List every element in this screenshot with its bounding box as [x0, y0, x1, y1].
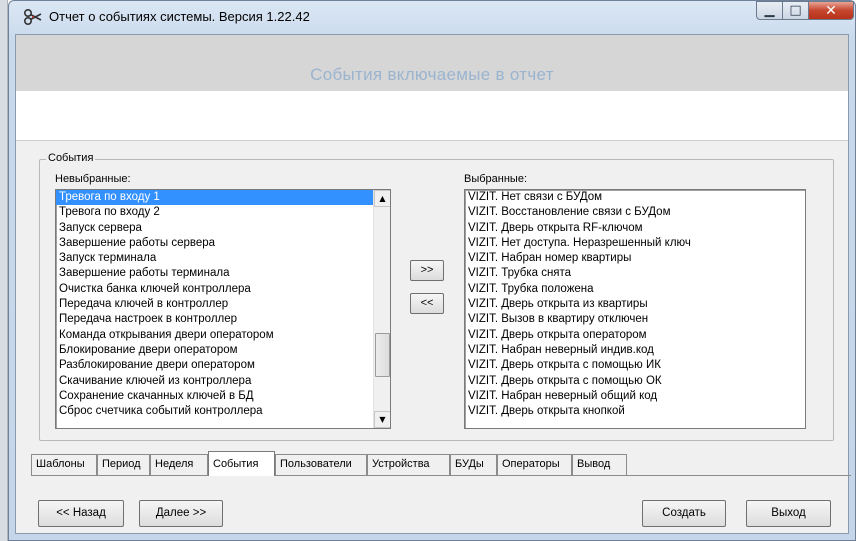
list-item[interactable]: VIZIT. Вызов в квартиру отключен	[465, 312, 805, 327]
add-event-button[interactable]: >>	[410, 260, 444, 281]
header-band	[16, 91, 848, 141]
close-icon: ✕	[825, 3, 837, 19]
list-item[interactable]: VIZIT. Трубка положена	[465, 282, 805, 297]
tab-period[interactable]: Период	[97, 454, 150, 475]
list-item[interactable]: VIZIT. Трубка снята	[465, 266, 805, 281]
tab-output[interactable]: Вывод	[572, 454, 627, 475]
list-item[interactable]: VIZIT. Дверь открыта оператором	[465, 328, 805, 343]
unselected-scrollbar[interactable]: ▲ ▼	[373, 190, 390, 428]
client-area: События включаемые в отчет События Невыб…	[15, 34, 851, 534]
minimize-icon: ▁	[764, 3, 775, 18]
scissors-icon	[23, 8, 42, 26]
maximize-icon: □	[789, 3, 802, 18]
list-item[interactable]: Запуск сервера	[56, 221, 390, 236]
tab-users[interactable]: Пользователи	[275, 454, 367, 475]
minimize-button[interactable]: ▁	[756, 1, 783, 20]
list-item[interactable]: VIZIT. Дверь открыта кнопкой	[465, 404, 805, 419]
tab-templates[interactable]: Шаблоны	[31, 454, 97, 475]
list-item[interactable]: VIZIT. Восстановление связи с БУДом	[465, 205, 805, 220]
close-button[interactable]: ✕	[808, 1, 854, 20]
back-button[interactable]: << Назад	[38, 500, 124, 527]
list-item[interactable]: Команда открывания двери оператором	[56, 328, 390, 343]
create-button[interactable]: Создать	[642, 500, 726, 527]
list-item[interactable]: VIZIT. Набран неверный общий код	[465, 389, 805, 404]
list-item[interactable]: Завершение работы сервера	[56, 236, 390, 251]
list-item[interactable]: VIZIT. Нет доступа. Неразрешенный ключ	[465, 236, 805, 251]
selected-label: Выбранные:	[464, 173, 528, 185]
list-item[interactable]: VIZIT. Набран неверный индив.код	[465, 343, 805, 358]
remove-event-button[interactable]: <<	[410, 293, 444, 314]
list-item[interactable]: VIZIT. Дверь открыта с помощью ОК	[465, 374, 805, 389]
arrow-up-icon: ▲	[379, 194, 386, 203]
selected-items: VIZIT. Нет связи с БУДом VIZIT. Восстанов…	[465, 190, 805, 419]
background-app-strip	[0, 0, 8, 541]
tab-week[interactable]: Неделя	[150, 454, 208, 475]
selected-events-list[interactable]: VIZIT. Нет связи с БУДом VIZIT. Восстанов…	[464, 189, 806, 429]
list-item[interactable]: Разблокирование двери оператором	[56, 358, 390, 373]
list-item[interactable]: VIZIT. Набран номер квартиры	[465, 251, 805, 266]
tab-events[interactable]: События	[208, 451, 275, 476]
page-header: События включаемые в отчет	[16, 35, 848, 91]
exit-button[interactable]: Выход	[746, 500, 831, 527]
unselected-events-list[interactable]: Тревога по входу 1 Тревога по входу 2 Запу…	[55, 189, 391, 429]
list-item[interactable]: Тревога по входу 2	[56, 205, 390, 220]
list-item[interactable]: VIZIT. Дверь открыта с помощью ИК	[465, 358, 805, 373]
window-title: Отчет о событиях системы. Версия 1.22.42	[49, 9, 310, 24]
tab-baseline	[31, 475, 851, 476]
scroll-down-button[interactable]: ▼	[374, 411, 390, 428]
report-window: Отчет о событиях системы. Версия 1.22.42…	[0, 0, 856, 541]
page-title: События включаемые в отчет	[310, 65, 554, 84]
list-item[interactable]: Блокирование двери оператором	[56, 343, 390, 358]
list-item[interactable]: Сброс счетчика событий контроллера	[56, 404, 390, 419]
scroll-up-button[interactable]: ▲	[374, 190, 390, 207]
list-item[interactable]: Сохранение скачанных ключей в БД	[56, 389, 390, 404]
title-bar[interactable]: Отчет о событиях системы. Версия 1.22.42…	[8, 0, 856, 34]
list-item[interactable]: Передача ключей в контроллер	[56, 297, 390, 312]
tab-buds[interactable]: БУДы	[450, 454, 497, 475]
list-item[interactable]: VIZIT. Нет связи с БУДом	[465, 190, 805, 205]
list-item[interactable]: Запуск терминала	[56, 251, 390, 266]
list-item[interactable]: Завершение работы терминала	[56, 266, 390, 281]
list-item[interactable]: Очистка банка ключей контроллера	[56, 282, 390, 297]
list-item[interactable]: Скачивание ключей из контроллера	[56, 374, 390, 389]
tab-operators[interactable]: Операторы	[497, 454, 572, 475]
unselected-label: Невыбранные:	[55, 173, 131, 185]
events-group-legend: События	[46, 152, 96, 164]
list-item[interactable]: VIZIT. Дверь открыта из квартиры	[465, 297, 805, 312]
maximize-button[interactable]: □	[782, 1, 809, 20]
next-button[interactable]: Далее >>	[139, 500, 223, 527]
scroll-thumb[interactable]	[375, 333, 390, 377]
unselected-items: Тревога по входу 1 Тревога по входу 2 Запу…	[56, 190, 390, 419]
list-item[interactable]: VIZIT. Дверь открыта RF-ключом	[465, 221, 805, 236]
tab-devices[interactable]: Устройства	[367, 454, 450, 475]
arrow-down-icon: ▼	[379, 415, 386, 424]
list-item[interactable]: Передача настроек в контроллер	[56, 312, 390, 327]
list-item[interactable]: Тревога по входу 1	[56, 190, 390, 206]
